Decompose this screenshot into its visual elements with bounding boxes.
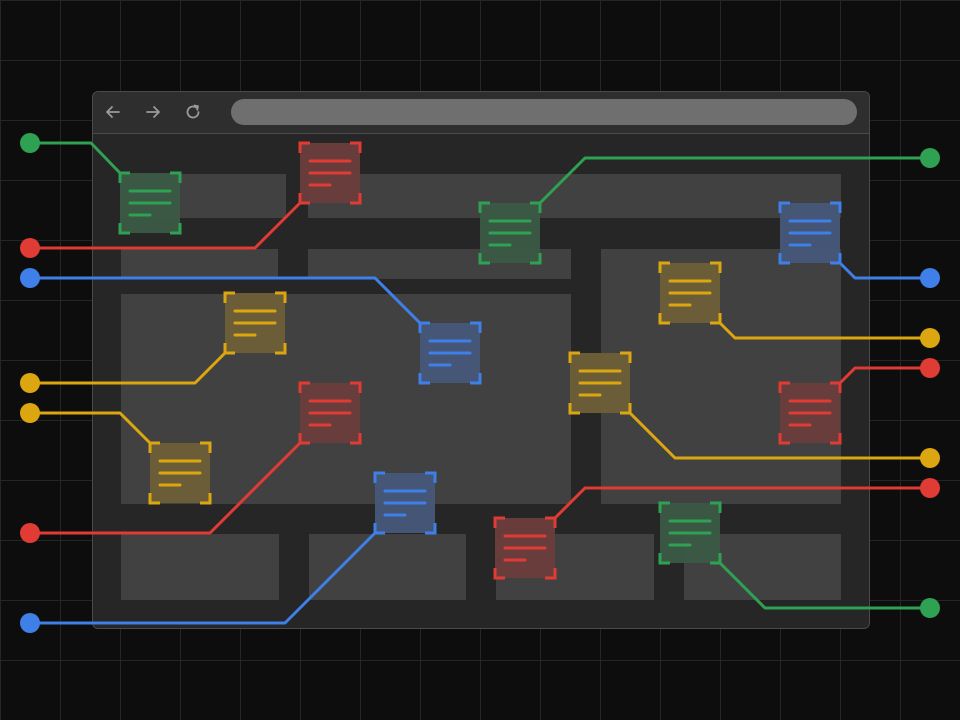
connector-line xyxy=(30,531,377,625)
connector-line xyxy=(718,561,930,610)
connector-endpoint-dot[interactable] xyxy=(920,148,940,168)
blue-annotation-callout[interactable] xyxy=(778,201,940,288)
connector-line xyxy=(838,261,930,280)
green-annotation-callout[interactable] xyxy=(20,133,182,235)
connector-endpoint-dot[interactable] xyxy=(920,448,940,468)
connector-line xyxy=(30,141,122,175)
connector-endpoint-dot[interactable] xyxy=(920,268,940,288)
yellow-annotation-callout[interactable] xyxy=(20,291,287,393)
connector-line xyxy=(30,411,152,445)
connector-endpoint-dot[interactable] xyxy=(20,268,40,288)
connector-endpoint-dot[interactable] xyxy=(20,523,40,543)
yellow-annotation-callout[interactable] xyxy=(658,261,940,348)
connector-endpoint-dot[interactable] xyxy=(20,613,40,633)
connector-endpoint-dot[interactable] xyxy=(920,358,940,378)
connector-endpoint-dot[interactable] xyxy=(920,598,940,618)
yellow-annotation-callout[interactable] xyxy=(568,351,940,468)
yellow-annotation-callout[interactable] xyxy=(20,403,212,505)
connector-line xyxy=(838,366,930,385)
connector-line xyxy=(553,486,930,520)
red-annotation-callout[interactable] xyxy=(20,141,362,258)
connector-line xyxy=(30,351,227,385)
connector-endpoint-dot[interactable] xyxy=(20,373,40,393)
connector-endpoint-dot[interactable] xyxy=(20,238,40,258)
red-annotation-callout[interactable] xyxy=(778,358,940,445)
connector-endpoint-dot[interactable] xyxy=(20,133,40,153)
annotation-overlay xyxy=(20,133,940,633)
green-annotation-callout[interactable] xyxy=(658,501,940,618)
connector-line xyxy=(538,156,930,205)
connector-endpoint-dot[interactable] xyxy=(920,478,940,498)
connector-endpoint-dot[interactable] xyxy=(20,403,40,423)
connector-endpoint-dot[interactable] xyxy=(920,328,940,348)
blue-annotation-callout[interactable] xyxy=(20,471,437,633)
connector-line xyxy=(718,321,930,340)
green-annotation-callout[interactable] xyxy=(478,148,940,265)
